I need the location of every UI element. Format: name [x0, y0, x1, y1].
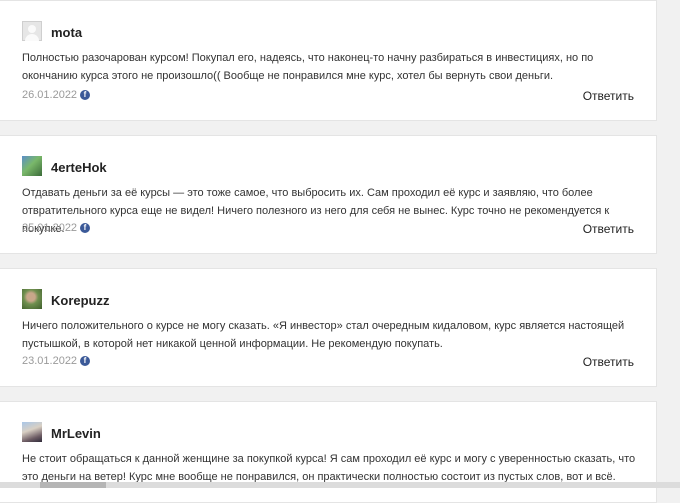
user-avatar — [22, 156, 42, 176]
facebook-icon[interactable]: f — [80, 90, 90, 100]
comment-date: 23.01.2022 — [22, 355, 78, 367]
user-avatar — [22, 21, 42, 41]
comment-text: Ничего положительного о курсе не могу ск… — [22, 320, 625, 350]
comment-card: Korepuzz Ничего положительного о курсе н… — [0, 268, 657, 387]
comment-author[interactable]: 4erteHok — [51, 160, 107, 175]
comment-date: 25.01.2022 — [22, 222, 78, 234]
facebook-icon[interactable]: f — [80, 223, 90, 233]
comment-text: Полностью разочарован курсом! Покупал ег… — [22, 52, 594, 82]
facebook-icon[interactable]: f — [80, 356, 90, 366]
comment-date: 26.01.2022 — [22, 89, 78, 101]
horizontal-scrollbar[interactable] — [0, 482, 680, 488]
comment-author[interactable]: MrLevin — [51, 426, 101, 441]
comment-card: 4erteHok Отдавать деньги за её курсы — э… — [0, 135, 657, 254]
comment-text: Не стоит обращаться к данной женщине за … — [22, 453, 636, 483]
scrollbar-thumb[interactable] — [40, 482, 106, 488]
reply-button[interactable]: Ответить — [583, 355, 634, 369]
reply-button[interactable]: Ответить — [583, 89, 634, 103]
user-avatar — [22, 422, 42, 442]
comment-card: mota Полностью разочарован курсом! Покуп… — [0, 0, 657, 121]
comment-author[interactable]: mota — [51, 25, 82, 40]
comment-text: Отдавать деньги за её курсы — это тоже с… — [22, 187, 610, 235]
comment-author[interactable]: Korepuzz — [51, 293, 110, 308]
reply-button[interactable]: Ответить — [583, 222, 634, 236]
user-avatar — [22, 289, 42, 309]
